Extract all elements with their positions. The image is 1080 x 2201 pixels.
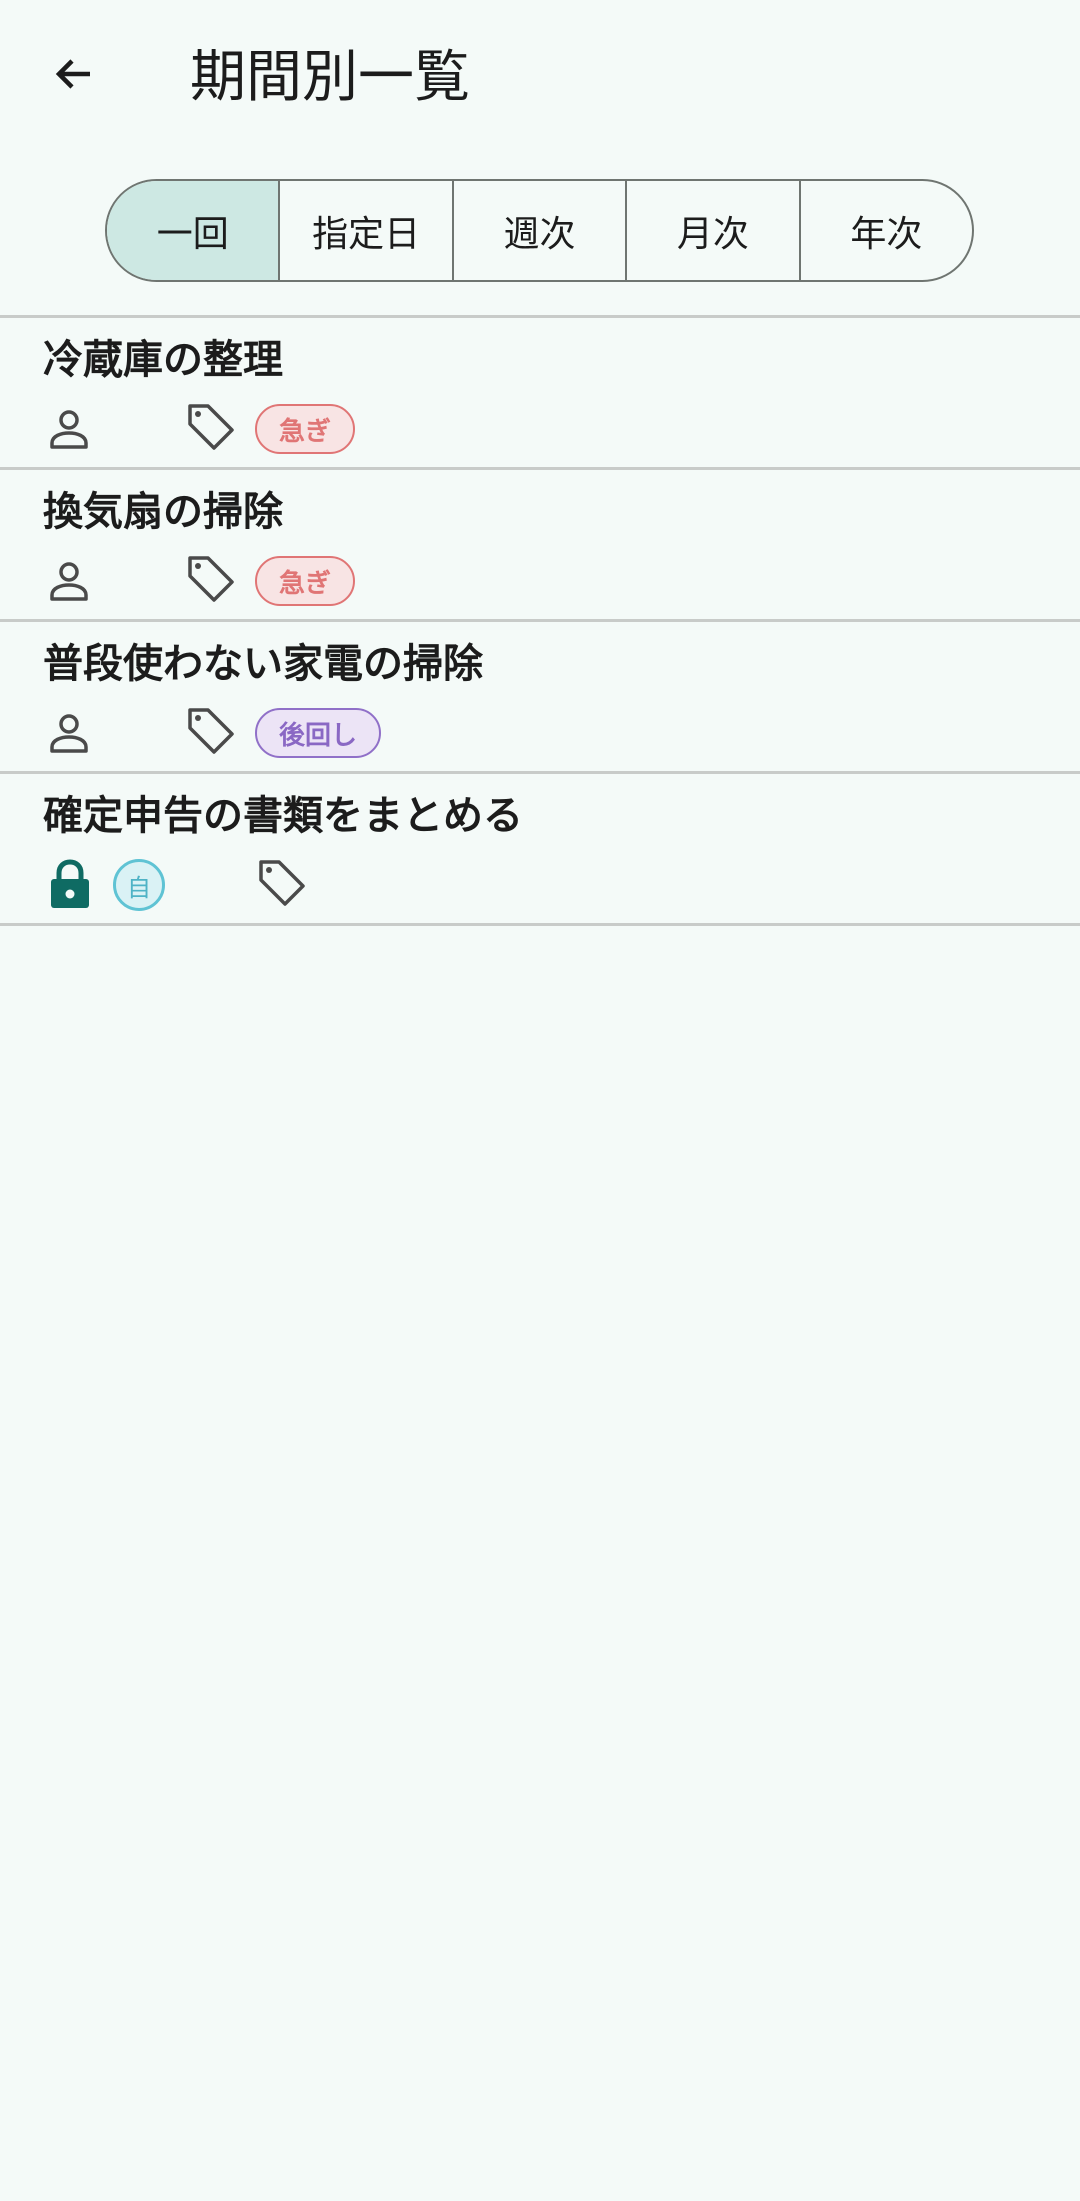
top-app-bar: 期間別一覧 <box>0 0 1080 160</box>
task-title: 確定申告の書類をまとめる <box>43 793 523 839</box>
assignee-badge[interactable]: 自 <box>113 859 165 911</box>
tab-specified-date[interactable]: 指定日 <box>278 181 451 280</box>
lock-icon[interactable] <box>46 858 94 910</box>
task-item[interactable]: 換気扇の掃除 急ぎ <box>0 470 1080 619</box>
task-title: 冷蔵庫の整理 <box>43 337 283 383</box>
tag-badge: 後回し <box>255 708 382 758</box>
divider <box>0 923 1080 926</box>
period-segmented-control: 一回 指定日 週次 月次 年次 <box>105 179 974 282</box>
tag-icon[interactable] <box>184 400 238 454</box>
tag-badge: 急ぎ <box>255 556 356 606</box>
page-title: 期間別一覧 <box>190 45 470 110</box>
task-item[interactable]: 普段使わない家電の掃除 後回し <box>0 622 1080 771</box>
tag-badge: 急ぎ <box>255 404 356 454</box>
person-icon[interactable] <box>46 710 92 756</box>
tab-monthly[interactable]: 月次 <box>625 181 798 280</box>
tab-yearly[interactable]: 年次 <box>798 181 972 280</box>
tag-icon[interactable] <box>184 552 238 606</box>
task-list: 冷蔵庫の整理 急ぎ 換気扇の掃除 急ぎ 普段使わない家電の掃除 後回し 確定申告… <box>0 315 1080 926</box>
tag-icon[interactable] <box>184 704 238 758</box>
task-item[interactable]: 冷蔵庫の整理 急ぎ <box>0 318 1080 467</box>
tag-icon[interactable] <box>255 856 309 910</box>
person-icon[interactable] <box>46 558 92 604</box>
tab-once[interactable]: 一回 <box>107 181 279 280</box>
person-icon[interactable] <box>46 406 92 452</box>
task-title: 普段使わない家電の掃除 <box>43 641 483 687</box>
tab-weekly[interactable]: 週次 <box>451 181 625 280</box>
back-button[interactable] <box>38 38 110 110</box>
task-item[interactable]: 確定申告の書類をまとめる 自 <box>0 774 1080 923</box>
task-title: 換気扇の掃除 <box>43 489 283 535</box>
arrow-left-icon <box>55 59 90 89</box>
